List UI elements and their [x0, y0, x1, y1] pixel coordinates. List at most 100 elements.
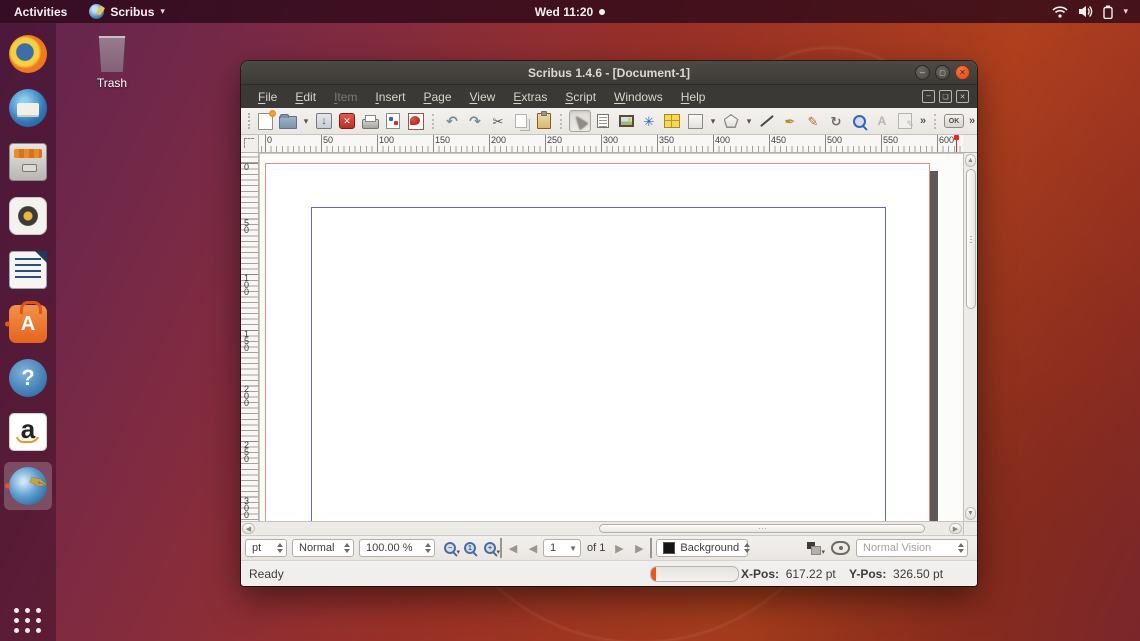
vision-mode-value: Normal Vision	[863, 542, 931, 554]
insert-bezier-curve-icon[interactable]: ✒	[779, 110, 801, 132]
clock[interactable]: Wed 11:20	[535, 5, 593, 19]
menu-file[interactable]: File	[249, 87, 286, 107]
toolbar-separator	[560, 114, 564, 129]
zoom-out-button[interactable]: −▾	[440, 538, 460, 558]
page-shadow	[930, 171, 938, 521]
new-document-icon[interactable]	[254, 110, 276, 132]
vertical-scrollbar[interactable]: ▲ ▼	[963, 153, 977, 521]
previous-page-button[interactable]: ◀	[523, 538, 543, 558]
pdf-tools-overflow-icon[interactable]: »	[966, 110, 978, 132]
menu-extras[interactable]: Extras	[504, 87, 556, 107]
dock-item-firefox[interactable]	[4, 30, 52, 78]
menu-view[interactable]: View	[461, 87, 505, 107]
open-dropdown-icon[interactable]: ▾	[300, 110, 312, 132]
close-button[interactable]	[955, 65, 970, 80]
horizontal-scrollbar[interactable]: ◀ ▶	[241, 521, 977, 535]
paste-icon[interactable]	[533, 110, 555, 132]
vertical-ruler[interactable]: 05 01 0 01 5 02 0 02 5 03 0 0	[241, 153, 259, 521]
zoom-in-button[interactable]: +▾	[480, 538, 500, 558]
print-icon[interactable]	[359, 110, 381, 132]
preview-quality-select[interactable]: Normal	[292, 539, 354, 557]
insert-shape-icon[interactable]	[684, 110, 706, 132]
dock-item-files[interactable]	[4, 138, 52, 186]
scroll-right-button[interactable]: ▶	[949, 523, 962, 534]
layer-indicator-button[interactable]: ▾	[805, 538, 825, 558]
export-pdf-icon[interactable]	[405, 110, 427, 132]
toolbar-drag-handle[interactable]	[248, 113, 250, 129]
shape-dropdown-icon[interactable]: ▾	[707, 110, 719, 132]
mdi-restore-button[interactable]	[939, 90, 952, 103]
dock-item-libreoffice-writer[interactable]	[4, 246, 52, 294]
undo-icon[interactable]: ↶	[441, 110, 463, 132]
ruler-origin-button[interactable]	[241, 135, 259, 153]
dock-item-help[interactable]: ?	[4, 354, 52, 402]
dock-item-scribus[interactable]	[4, 462, 52, 510]
speaker-icon	[9, 197, 47, 235]
vision-mode-select[interactable]: Normal Vision	[856, 539, 968, 557]
insert-render-frame-icon[interactable]: ✳	[638, 110, 660, 132]
maximize-button[interactable]	[935, 65, 950, 80]
zoom-tool-icon[interactable]	[848, 110, 870, 132]
horizontal-scrollbar-thumb[interactable]	[599, 524, 925, 533]
dock-item-rhythmbox[interactable]	[4, 192, 52, 240]
trash-shortcut[interactable]: Trash	[86, 36, 138, 90]
scroll-left-button[interactable]: ◀	[242, 523, 255, 534]
cut-icon[interactable]: ✂	[487, 110, 509, 132]
hruler-tick-label: 150	[435, 135, 450, 145]
app-menu-button[interactable]: Scribus ▾	[89, 4, 165, 19]
rotate-item-icon[interactable]: ↻	[825, 110, 847, 132]
hruler-tick-label: 450	[771, 135, 786, 145]
save-icon[interactable]	[313, 110, 335, 132]
last-page-button[interactable]: ▶	[629, 538, 652, 558]
title-bar[interactable]: Scribus 1.4.6 - [Document-1]	[241, 61, 977, 85]
polygon-dropdown-icon[interactable]: ▾	[743, 110, 755, 132]
toolbar-overflow-icon[interactable]: »	[917, 110, 929, 132]
menu-insert[interactable]: Insert	[366, 87, 414, 107]
menu-edit[interactable]: Edit	[286, 87, 325, 107]
layer-select[interactable]: Background	[656, 539, 748, 557]
preflight-verifier-icon[interactable]	[382, 110, 404, 132]
dock-item-ubuntu-software[interactable]: A	[4, 300, 52, 348]
insert-freehand-line-icon[interactable]: ✎	[802, 110, 824, 132]
mdi-close-button[interactable]	[956, 90, 969, 103]
open-icon[interactable]	[277, 110, 299, 132]
system-status-area[interactable]: ▾	[1052, 5, 1140, 19]
scroll-down-button[interactable]: ▼	[965, 507, 976, 520]
next-page-button[interactable]: ▶	[609, 538, 629, 558]
minimize-button[interactable]	[915, 65, 930, 80]
menu-script[interactable]: Script	[556, 87, 605, 107]
menu-page[interactable]: Page	[414, 87, 460, 107]
unit-select[interactable]: pt	[245, 539, 287, 557]
mdi-minimize-button[interactable]	[922, 90, 935, 103]
dock-item-amazon[interactable]: a	[4, 408, 52, 456]
scroll-up-button[interactable]: ▲	[965, 154, 976, 167]
menu-help[interactable]: Help	[672, 87, 715, 107]
horizontal-ruler[interactable]: 050100150200250300350400450500550600	[259, 135, 963, 153]
first-page-button[interactable]: ◀	[500, 538, 523, 558]
preview-mode-eye-icon[interactable]	[831, 541, 850, 555]
document-page[interactable]	[265, 163, 930, 521]
pdf-push-button-icon[interactable]: OK	[943, 110, 965, 132]
wifi-icon	[1052, 6, 1068, 18]
insert-text-frame-icon[interactable]	[592, 110, 614, 132]
insert-line-icon[interactable]	[756, 110, 778, 132]
zoom-level-field[interactable]: 100.00 %	[359, 539, 435, 557]
document-canvas[interactable]	[259, 153, 963, 521]
menu-windows[interactable]: Windows	[605, 87, 672, 107]
insert-polygon-icon[interactable]	[720, 110, 742, 132]
vruler-tick-label: 1 5 0	[244, 331, 249, 352]
show-applications-button[interactable]	[14, 608, 42, 633]
dock: A? a	[0, 23, 56, 641]
select-item-tool-icon[interactable]	[569, 110, 591, 132]
dock-item-thunderbird[interactable]	[4, 84, 52, 132]
insert-image-frame-icon[interactable]	[615, 110, 637, 132]
redo-icon[interactable]: ↷	[464, 110, 486, 132]
scribus-icon	[9, 467, 47, 505]
page-number-select[interactable]: 1 ▼	[543, 539, 581, 557]
zoom-100-button[interactable]: 1	[460, 538, 480, 558]
vertical-scrollbar-thumb[interactable]	[966, 169, 976, 309]
scribus-window: Scribus 1.4.6 - [Document-1] FileEditIte…	[241, 61, 977, 586]
close-document-icon[interactable]	[336, 110, 358, 132]
insert-table-icon[interactable]	[661, 110, 683, 132]
activities-button[interactable]: Activities	[10, 3, 71, 21]
